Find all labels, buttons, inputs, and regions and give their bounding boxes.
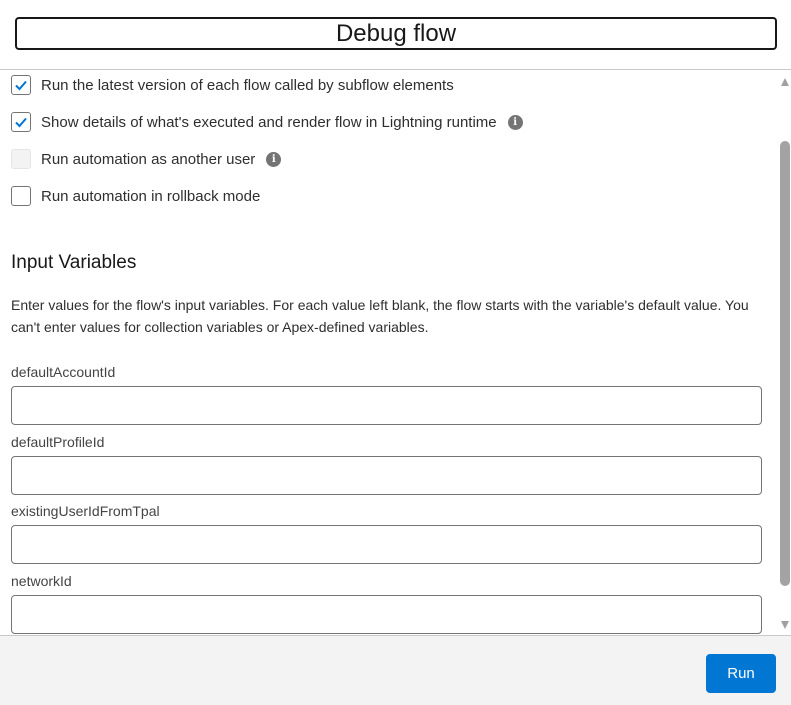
modal-footer: Run	[0, 635, 791, 705]
option-label: Run automation as another user	[41, 150, 256, 168]
checkbox-run-latest-version[interactable]	[11, 75, 31, 95]
option-label: Show details of what's executed and rend…	[41, 113, 497, 131]
field-label-default-profile-id: defaultProfileId	[11, 434, 105, 450]
default-account-id-input[interactable]	[11, 386, 762, 425]
title-frame: Debug flow	[15, 17, 777, 50]
run-button[interactable]: Run	[706, 654, 776, 693]
scroll-down-arrow-icon[interactable]	[781, 621, 789, 629]
scroll-thumb[interactable]	[780, 141, 790, 586]
default-profile-id-input[interactable]	[11, 456, 762, 495]
option-label: Run automation in rollback mode	[41, 187, 261, 205]
checkbox-run-as-another-user	[11, 149, 31, 169]
field-label-default-account-id: defaultAccountId	[11, 364, 116, 380]
scroll-up-arrow-icon[interactable]	[781, 78, 789, 86]
field-label-existing-user-id: existingUserIdFromTpal	[11, 503, 160, 519]
input-variables-heading: Input Variables	[11, 252, 137, 273]
checkmark-icon	[15, 80, 27, 91]
option-label: Run the latest version of each flow call…	[41, 76, 454, 94]
checkbox-rollback-mode[interactable]	[11, 186, 31, 206]
checkmark-icon	[15, 117, 27, 128]
field-label-network-id: networkId	[11, 573, 72, 589]
existing-user-id-input[interactable]	[11, 525, 762, 564]
info-icon[interactable]: i	[266, 151, 282, 167]
network-id-input[interactable]	[11, 595, 762, 634]
modal-body[interactable]: Run the latest version of each flow call…	[0, 71, 791, 635]
option-run-latest-version[interactable]: Run the latest version of each flow call…	[11, 74, 454, 96]
modal-header: Debug flow	[0, 0, 791, 70]
option-run-as-another-user: Run automation as another user i	[11, 148, 282, 170]
info-icon[interactable]: i	[507, 114, 523, 130]
scrollbar[interactable]	[779, 71, 791, 635]
checkbox-show-details[interactable]	[11, 112, 31, 132]
page-title: Debug flow	[334, 17, 458, 50]
option-show-details[interactable]: Show details of what's executed and rend…	[11, 111, 523, 133]
input-variables-description: Enter values for the flow's input variab…	[11, 297, 749, 335]
option-rollback-mode[interactable]: Run automation in rollback mode	[11, 185, 260, 207]
